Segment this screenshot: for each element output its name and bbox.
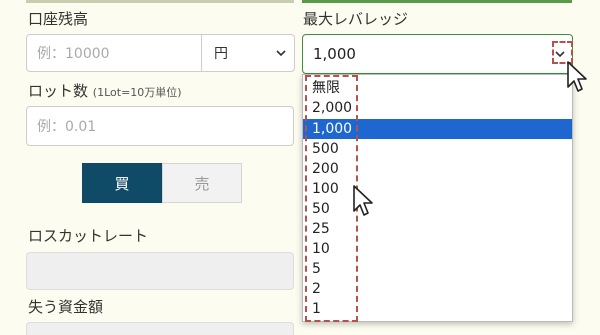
lot-label-text: ロット数 xyxy=(28,82,89,100)
leverage-option[interactable]: 1 xyxy=(303,299,572,319)
buy-button[interactable]: 買 xyxy=(82,163,162,203)
leverage-option[interactable]: 5 xyxy=(303,259,572,279)
lot-label: ロット数 (1Lot=10万単位) xyxy=(28,80,182,101)
currency-value: 円 xyxy=(214,46,228,62)
losscut-rate-field xyxy=(26,252,294,290)
lot-input[interactable]: 例：0.01 xyxy=(26,106,294,146)
currency-select[interactable]: 円 xyxy=(201,34,295,72)
previous-field-edge-left xyxy=(26,0,294,3)
leverage-option[interactable]: 200 xyxy=(303,159,572,179)
sell-button[interactable]: 売 xyxy=(162,163,242,203)
leverage-option[interactable]: 50 xyxy=(303,199,572,219)
chevron-down-icon xyxy=(555,51,565,58)
leverage-option[interactable]: 100 xyxy=(303,179,572,199)
leverage-option[interactable]: 2 xyxy=(303,279,572,299)
leverage-option[interactable]: 500 xyxy=(303,139,572,159)
loss-amount-field xyxy=(26,322,294,335)
previous-field-edge-right xyxy=(302,0,572,3)
leverage-option[interactable]: 2,000 xyxy=(303,98,572,118)
leverage-value: 1,000 xyxy=(313,45,356,63)
losscut-rate-label: ロスカットレート xyxy=(28,227,149,245)
max-leverage-label: 最大レバレッジ xyxy=(303,10,409,28)
chevron-down-icon xyxy=(276,50,286,57)
lot-note: (1Lot=10万単位) xyxy=(92,86,182,99)
account-balance-input[interactable]: 例：10000 xyxy=(26,34,202,72)
leverage-option[interactable]: 無限 xyxy=(303,78,572,98)
account-balance-label: 口座残高 xyxy=(28,10,89,28)
leverage-option[interactable]: 25 xyxy=(303,219,572,239)
loss-amount-label: 失う資金額 xyxy=(28,298,104,316)
leverage-dropdown[interactable]: 無限 2,000 1,000 500 200 100 50 25 10 5 2 … xyxy=(302,74,573,322)
leverage-select[interactable]: 1,000 xyxy=(302,34,573,74)
leverage-option[interactable]: 10 xyxy=(303,239,572,259)
leverage-option-selected[interactable]: 1,000 xyxy=(303,119,572,139)
